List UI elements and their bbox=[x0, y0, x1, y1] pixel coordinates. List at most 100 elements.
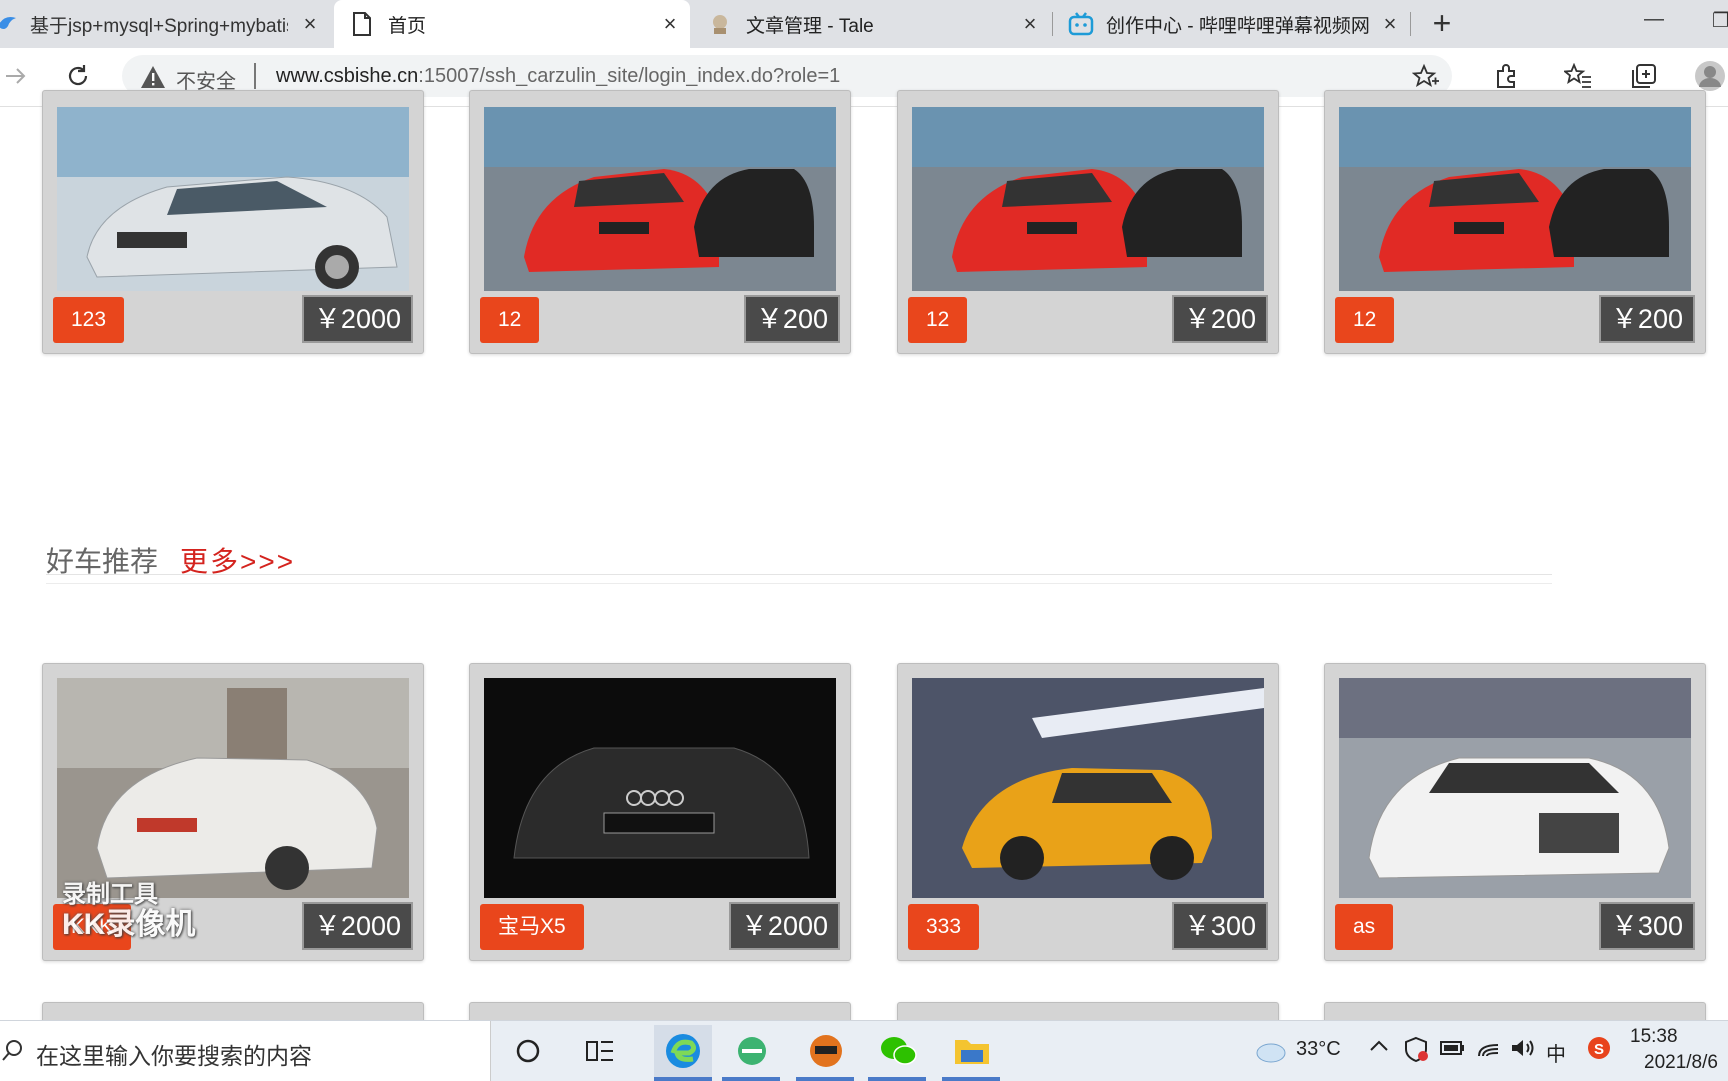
tab-title: 基于jsp+mysql+Spring+mybatis bbox=[30, 15, 288, 37]
tab-title: 首页 bbox=[388, 15, 427, 37]
active-app-indicator bbox=[796, 1077, 854, 1081]
car-card[interactable]: 12 ￥200 bbox=[469, 90, 851, 354]
active-app-indicator bbox=[942, 1077, 1000, 1081]
tale-favicon-icon bbox=[708, 12, 732, 42]
yellow-coupe-photo bbox=[912, 678, 1264, 898]
weather-temperature[interactable]: 33°C bbox=[1296, 1038, 1341, 1061]
car-price-badge: ￥300 bbox=[1598, 902, 1695, 950]
watermark-line: KK录像机 bbox=[62, 908, 196, 941]
recorder-app-icon[interactable] bbox=[804, 1029, 848, 1073]
security-shield-icon[interactable] bbox=[1404, 1036, 1428, 1068]
car-price-badge: ￥2000 bbox=[301, 902, 413, 950]
car-image[interactable] bbox=[484, 107, 836, 291]
volume-icon[interactable] bbox=[1510, 1037, 1536, 1065]
wechat-icon[interactable] bbox=[876, 1029, 920, 1073]
car-price-badge: ￥200 bbox=[1171, 295, 1268, 343]
car-card[interactable]: 宝马X5 ￥2000 bbox=[469, 663, 851, 961]
watermark-line: 录制工具 bbox=[62, 881, 158, 908]
active-app-indicator bbox=[722, 1077, 780, 1081]
car-card[interactable]: 123 ￥2000 bbox=[42, 90, 424, 354]
forward-icon[interactable] bbox=[0, 60, 32, 92]
bilibili-favicon-icon bbox=[1068, 12, 1094, 42]
tab-jsp-project[interactable]: 基于jsp+mysql+Spring+mybatis × bbox=[0, 0, 330, 48]
weather-cloud-icon[interactable] bbox=[1248, 1029, 1292, 1073]
windows-taskbar: 在这里输入你要搜索的内容 33°C 中 S 15:38 2021/8/6 bbox=[0, 1020, 1728, 1081]
red-bmw-photo bbox=[484, 107, 836, 291]
car-price-badge: ￥300 bbox=[1171, 902, 1268, 950]
car-name-badge[interactable]: 12 bbox=[908, 297, 968, 343]
tab-separator bbox=[1052, 12, 1053, 36]
car-image[interactable] bbox=[1339, 678, 1691, 898]
refresh-icon[interactable] bbox=[62, 60, 94, 92]
car-name-badge[interactable]: 333 bbox=[908, 904, 980, 950]
close-tab-icon[interactable]: × bbox=[298, 12, 322, 36]
file-explorer-icon[interactable] bbox=[950, 1029, 994, 1073]
taskbar-search-box[interactable]: 在这里输入你要搜索的内容 bbox=[0, 1021, 491, 1081]
input-method-indicator[interactable]: 中 bbox=[1546, 1038, 1566, 1067]
profile-avatar-icon[interactable] bbox=[1694, 60, 1726, 92]
close-tab-icon[interactable]: × bbox=[1378, 12, 1402, 36]
tab-tale[interactable]: 文章管理 - Tale × bbox=[694, 0, 1050, 48]
favorites-icon[interactable] bbox=[1562, 60, 1594, 92]
search-icon bbox=[2, 1039, 24, 1068]
tab-separator bbox=[1410, 12, 1411, 36]
car-image[interactable] bbox=[57, 107, 409, 291]
car-card[interactable]: 12 ￥200 bbox=[897, 90, 1279, 354]
car-image[interactable] bbox=[912, 678, 1264, 898]
battery-icon[interactable] bbox=[1440, 1039, 1466, 1063]
tab-title: 文章管理 - Tale bbox=[746, 15, 874, 37]
car-card[interactable]: 12 ￥200 bbox=[1324, 90, 1706, 354]
clock-time[interactable]: 15:38 bbox=[1630, 1026, 1678, 1048]
url-text[interactable]: www.csbishe.cn:15007/ssh_carzulin_site/l… bbox=[276, 65, 840, 88]
page-favicon-icon bbox=[352, 12, 372, 42]
car-name-badge[interactable]: 12 bbox=[480, 297, 540, 343]
car-name-badge[interactable]: 123 bbox=[53, 297, 125, 343]
close-tab-icon[interactable]: × bbox=[1018, 12, 1042, 36]
collections-icon[interactable] bbox=[1628, 60, 1660, 92]
url-host: www.csbishe.cn bbox=[276, 65, 419, 87]
car-image[interactable] bbox=[484, 678, 836, 898]
white-sedan-photo bbox=[57, 678, 409, 898]
show-hidden-icons-chevron-icon[interactable] bbox=[1368, 1035, 1390, 1063]
white-luxury-sedan-photo bbox=[1339, 678, 1691, 898]
clock-date[interactable]: 2021/8/6 bbox=[1644, 1052, 1718, 1074]
car-price-badge: ￥200 bbox=[1598, 295, 1695, 343]
section-divider bbox=[46, 574, 1552, 575]
bird-favicon-icon bbox=[0, 12, 18, 40]
tab-home[interactable]: 首页 × bbox=[334, 0, 690, 48]
black-convertible-photo bbox=[484, 678, 836, 898]
car-price-badge: ￥200 bbox=[743, 295, 840, 343]
red-bmw-photo bbox=[1339, 107, 1691, 291]
car-name-badge[interactable]: as bbox=[1335, 904, 1394, 950]
active-app-indicator bbox=[654, 1077, 712, 1081]
sogou-ime-icon[interactable]: S bbox=[1586, 1035, 1612, 1067]
tab-title: 创作中心 - 哔哩哔哩弹幕视频网 bbox=[1106, 15, 1370, 37]
search-placeholder: 在这里输入你要搜索的内容 bbox=[36, 1043, 312, 1069]
task-view-icon[interactable] bbox=[578, 1029, 622, 1073]
silver-sedan-photo bbox=[57, 107, 409, 291]
cortana-icon[interactable] bbox=[506, 1029, 550, 1073]
car-card[interactable]: 333 ￥300 bbox=[897, 663, 1279, 961]
ie-browser-icon[interactable] bbox=[730, 1029, 774, 1073]
active-app-indicator bbox=[868, 1077, 926, 1081]
divider bbox=[254, 63, 256, 89]
car-card[interactable]: as ￥300 bbox=[1324, 663, 1706, 961]
red-bmw-photo bbox=[912, 107, 1264, 291]
section-divider bbox=[46, 583, 1552, 584]
tab-bilibili[interactable]: 创作中心 - 哔哩哔哩弹幕视频网 × bbox=[1054, 0, 1410, 48]
svg-text:S: S bbox=[1594, 1041, 1604, 1058]
car-image[interactable] bbox=[1339, 107, 1691, 291]
car-name-badge[interactable]: 12 bbox=[1335, 297, 1395, 343]
url-path: :15007/ssh_carzulin_site/login_index.do?… bbox=[418, 65, 841, 87]
car-name-badge[interactable]: 宝马X5 bbox=[480, 904, 584, 950]
new-tab-button[interactable]: + bbox=[1424, 6, 1460, 42]
restore-icon[interactable]: ❐ bbox=[1712, 8, 1728, 33]
extensions-icon[interactable] bbox=[1490, 60, 1522, 92]
close-tab-icon[interactable]: × bbox=[658, 12, 682, 36]
edge-browser-icon[interactable] bbox=[654, 1025, 712, 1077]
wifi-icon[interactable] bbox=[1476, 1037, 1502, 1065]
car-image[interactable] bbox=[912, 107, 1264, 291]
car-price-badge: ￥2000 bbox=[728, 902, 840, 950]
minimize-icon[interactable]: — bbox=[1644, 8, 1664, 31]
car-image[interactable] bbox=[57, 678, 409, 898]
